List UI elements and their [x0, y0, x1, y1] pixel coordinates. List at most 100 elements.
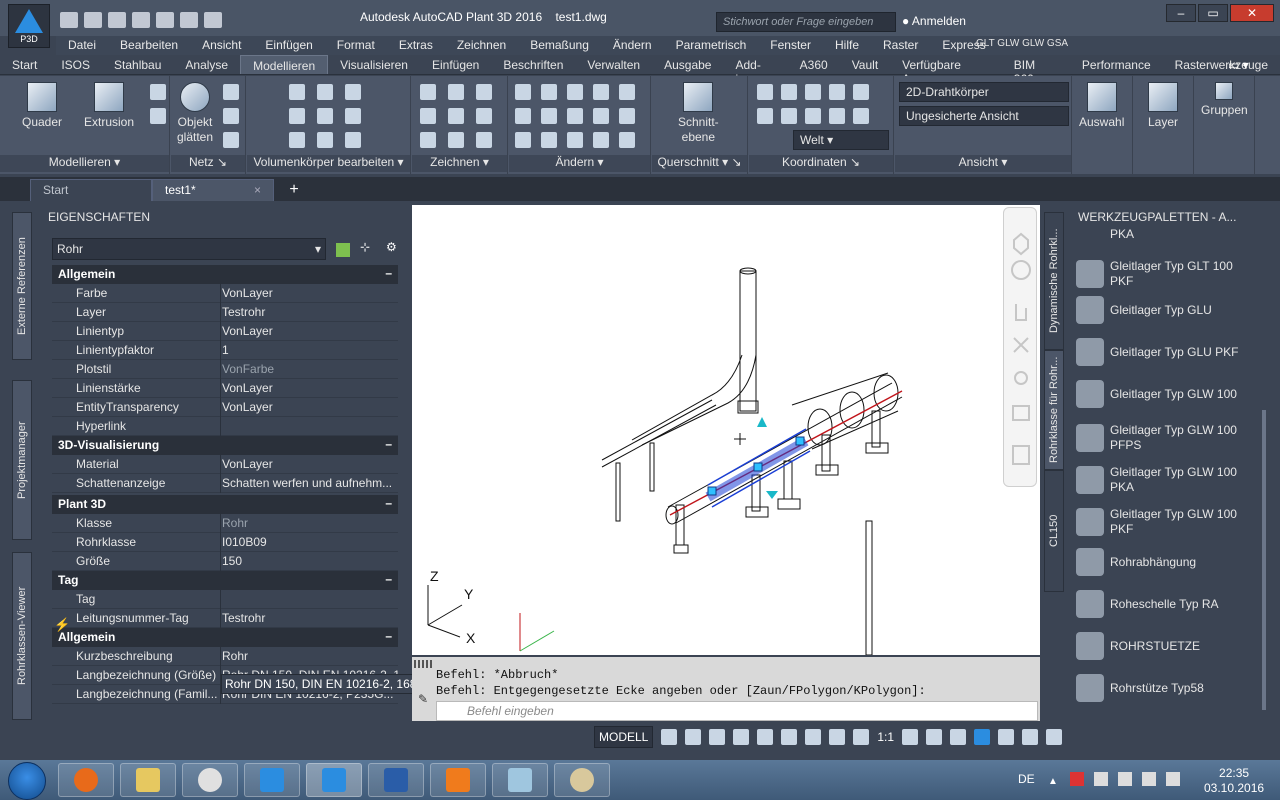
paint-taskbar-button[interactable] — [554, 763, 610, 797]
palette-tool[interactable]: Gleitlager Typ GLU — [1076, 290, 1276, 330]
properties-section[interactable]: 3D-Visualisierung – — [52, 436, 398, 455]
property-value[interactable]: VonLayer — [222, 381, 398, 395]
menu-item[interactable]: Zeichnen — [445, 36, 518, 55]
property-row[interactable]: Linientyp VonLayer — [52, 322, 398, 341]
palette-tool[interactable]: Gleitlager Typ GLT 100 PKF — [1076, 254, 1276, 294]
panel-title[interactable]: Querschnitt ▾ ↘ — [652, 155, 747, 172]
panel-title[interactable]: Zeichnen ▾ — [412, 155, 507, 172]
visual-style-combo[interactable]: 2D-Drahtkörper — [899, 82, 1069, 102]
menu-item[interactable]: Parametrisch — [664, 36, 759, 55]
object-type-select[interactable]: Rohr ▾ — [52, 238, 326, 260]
explorer-taskbar-button[interactable] — [120, 763, 176, 797]
palette-tool[interactable]: Gleitlager Typ GLW 100 PKF — [1076, 502, 1276, 542]
panel-title[interactable]: Netz ↘ — [171, 155, 245, 172]
properties-section[interactable]: Allgemein – — [52, 628, 398, 647]
object-snap-icon[interactable] — [781, 729, 798, 745]
smooth-icon[interactable] — [150, 108, 166, 124]
property-row[interactable]: Leitungsnummer-Tag Testrohr — [52, 609, 398, 628]
mesh-icon[interactable] — [223, 132, 239, 148]
command-input[interactable]: Befehl eingeben — [436, 701, 1038, 721]
units-icon[interactable] — [950, 729, 967, 745]
redo-icon[interactable] — [204, 12, 222, 28]
plant3d-taskbar-button[interactable] — [306, 763, 362, 797]
presspull-icon[interactable] — [150, 84, 166, 100]
property-value[interactable]: Rohr — [222, 516, 398, 530]
save-as-icon[interactable] — [132, 12, 150, 28]
palette-tool[interactable]: PKA — [1076, 214, 1276, 254]
plus-icon[interactable] — [926, 729, 943, 745]
palette-tool[interactable]: Rohrabhängung — [1076, 542, 1276, 582]
ribbon-tab[interactable]: Performance — [1070, 55, 1163, 74]
close-button[interactable]: ✕ — [1230, 4, 1274, 22]
ribbon-tab[interactable]: ISOS — [49, 55, 102, 74]
search-input[interactable]: Stichwort oder Frage eingeben — [716, 12, 896, 32]
select-objects-icon[interactable]: ⊹ — [360, 240, 370, 254]
tab-dynamic-pipe-spec[interactable]: Dynamische Rohrkl... — [1044, 212, 1064, 350]
ribbon-options-icon[interactable]: ▭ ▾ — [1228, 58, 1249, 72]
property-row[interactable]: Material VonLayer — [52, 455, 398, 474]
layer-button[interactable]: Layer — [1148, 82, 1178, 130]
tab-project-manager[interactable]: Projektmanager — [12, 380, 32, 540]
volume-icon[interactable] — [1166, 772, 1180, 786]
palette-tool[interactable]: Gleitlager Typ GLW 100 — [1076, 374, 1276, 414]
property-row[interactable]: Farbe VonLayer — [52, 284, 398, 303]
tab-cl150[interactable]: CL150 — [1044, 470, 1064, 592]
property-value[interactable]: I010B09 — [222, 535, 398, 549]
property-row[interactable]: Linienstärke VonLayer — [52, 379, 398, 398]
menu-item[interactable]: Ändern — [601, 36, 664, 55]
custom-toolbar-labels[interactable]: GLT GLW GLW GSA — [976, 38, 1068, 49]
ucs-combo[interactable]: Welt ▾ — [793, 130, 889, 150]
tab-test1[interactable]: test1* × — [152, 179, 274, 201]
ribbon-tab[interactable]: Verwalten — [575, 55, 652, 74]
customize-icon[interactable] — [1046, 729, 1063, 745]
tab-pipe-spec-viewer[interactable]: Rohrklassen-Viewer — [12, 552, 32, 720]
saved-view-combo[interactable]: Ungesicherte Ansicht — [899, 106, 1069, 126]
property-value[interactable]: 1 — [222, 343, 398, 357]
3d-snap-icon[interactable] — [805, 729, 822, 745]
word-taskbar-button[interactable] — [368, 763, 424, 797]
collapse-icon[interactable]: – — [385, 496, 392, 510]
ribbon-tab[interactable]: Modellieren — [240, 55, 329, 74]
clean-screen-icon[interactable] — [1022, 729, 1039, 745]
ribbon-tab[interactable]: BIM 360 — [1002, 55, 1070, 86]
property-row[interactable]: Layer Testrohr — [52, 303, 398, 322]
hardware-acceleration-icon[interactable] — [998, 729, 1015, 745]
palette-tool[interactable]: Gleitlager Typ GLW 100 PFPS — [1076, 418, 1276, 458]
property-row[interactable]: Plotstil VonFarbe — [52, 360, 398, 379]
notes-taskbar-button[interactable] — [492, 763, 548, 797]
groups-button[interactable]: Gruppen — [1201, 82, 1248, 118]
panel-title[interactable]: Modellieren ▾ — [0, 155, 169, 172]
ribbon-tab[interactable]: Verfügbare Apps — [890, 55, 1002, 86]
property-row[interactable]: Schattenanzeige Schatten werfen und aufne… — [52, 474, 398, 493]
pickadd-icon[interactable]: ⚙ — [386, 240, 397, 254]
tab-pipe-spec[interactable]: Rohrklasse für Rohr... — [1044, 350, 1064, 470]
property-value[interactable]: 150 — [222, 554, 398, 568]
property-row[interactable]: Linientypfaktor 1 — [52, 341, 398, 360]
collapse-icon[interactable]: – — [385, 437, 392, 451]
workspace-gear-icon[interactable] — [902, 729, 919, 745]
panel-title[interactable]: Ansicht ▾ — [895, 155, 1071, 172]
menu-item[interactable]: Einfügen — [253, 36, 324, 55]
language-indicator[interactable]: DE — [1018, 772, 1035, 786]
property-value[interactable]: Testrohr — [222, 611, 398, 625]
polar-icon[interactable] — [733, 729, 750, 745]
grid-icon[interactable] — [661, 729, 678, 745]
properties-section[interactable]: Plant 3D – — [52, 495, 398, 514]
panel-title[interactable]: Koordinaten ↘ — [749, 155, 893, 172]
menu-item[interactable]: Extras — [387, 36, 445, 55]
application-menu-button[interactable]: P3D — [8, 4, 50, 48]
start-button[interactable] — [8, 762, 46, 800]
tray-expand-icon[interactable]: ▲ — [1048, 776, 1058, 787]
ribbon-tab[interactable]: Visualisieren — [328, 55, 420, 74]
isolate-objects-icon[interactable] — [974, 729, 991, 745]
property-value[interactable]: VonLayer — [222, 286, 398, 300]
collapse-icon[interactable]: – — [385, 629, 392, 643]
ribbon-tab[interactable]: Start — [0, 55, 49, 74]
customize-icon[interactable]: ✎ — [418, 692, 428, 706]
menu-item[interactable]: Fenster — [758, 36, 823, 55]
menu-item[interactable]: Bearbeiten — [108, 36, 190, 55]
maximize-button[interactable]: ▭ — [1198, 4, 1228, 22]
menu-item[interactable]: Format — [325, 36, 387, 55]
property-value[interactable]: VonLayer — [222, 400, 398, 414]
autocad-se-taskbar-button[interactable] — [244, 763, 300, 797]
